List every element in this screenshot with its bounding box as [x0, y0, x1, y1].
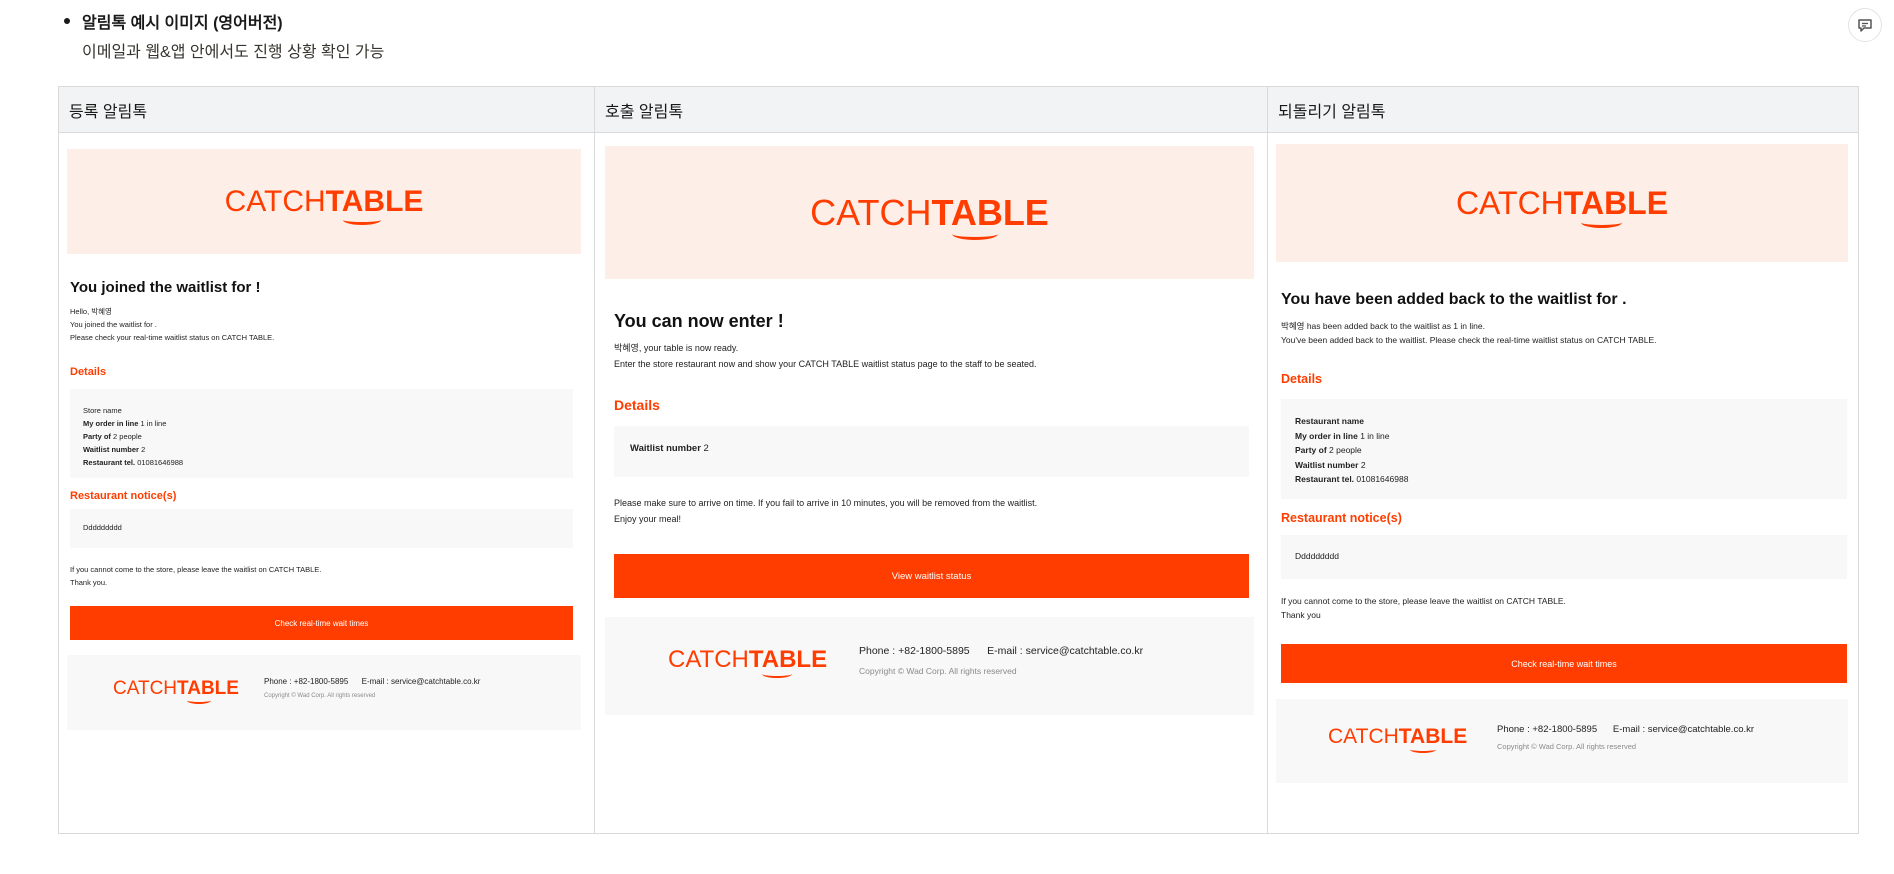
outro-line: Enjoy your meal! [614, 514, 682, 524]
details-title: Details [70, 366, 107, 378]
outro-line: If you cannot come to the store, please … [70, 565, 322, 574]
catchtable-logo: CATCHTABLE [225, 186, 423, 225]
footer-contact: Phone : +82-1800-5895 E-mail : service@c… [859, 645, 1144, 657]
email-preview-call: CATCHTABLE You can now enter ! 박혜영, your… [595, 133, 1267, 833]
notice-text: Ddddddddd [83, 523, 122, 532]
email-heading: You joined the waitlist for ! [70, 279, 261, 296]
details-box: Restaurant name My order in line 1 in li… [1281, 399, 1847, 499]
table-cell-registration: CATCHTABLE You joined the waitlist for !… [58, 132, 595, 834]
details-box: Store name My order in line 1 in line Pa… [70, 389, 573, 478]
email-preview-restore: CATCHTABLE You have been added back to t… [1268, 133, 1858, 833]
bullet-block: 알림톡 예시 이미지 (영어버전) 이메일과 웹&앱 안에서도 진행 상황 확인… [64, 8, 384, 62]
intro-line: Enter the store restaurant now and show … [614, 359, 1037, 369]
table-cell-restore: CATCHTABLE You have been added back to t… [1267, 132, 1859, 834]
details-title: Details [614, 397, 660, 413]
detail-row: My order in line 1 in line [1295, 430, 1390, 441]
outro-line: If you cannot come to the store, please … [1281, 596, 1566, 606]
footer-copyright: Copyright © Wad Corp. All rights reserve… [1497, 742, 1637, 751]
detail-row: Party of 2 people [1295, 445, 1362, 455]
catchtable-logo: CATCHTABLE [810, 194, 1049, 240]
email-footer: CATCHTABLE Phone : +82-1800-5895 E-mail … [67, 655, 581, 730]
detail-row: Restaurant name [1295, 416, 1364, 426]
intro-line: Please check your real-time waitlist sta… [70, 333, 275, 342]
bullet-title: 알림톡 예시 이미지 (영어버전) [82, 15, 283, 32]
column-header: 호출 알림톡 [594, 86, 1268, 133]
outro-text: Please make sure to arrive on time. If y… [614, 495, 1037, 527]
outro-line: Please make sure to arrive on time. If y… [614, 498, 1038, 508]
catchtable-logo-footer: CATCHTABLE [113, 679, 239, 704]
catchtable-logo-footer: CATCHTABLE [668, 648, 827, 678]
hero-banner: CATCHTABLE [605, 146, 1254, 279]
outro-text: If you cannot come to the store, please … [70, 563, 321, 589]
details-title: Details [1281, 372, 1322, 386]
table-cell-call: CATCHTABLE You can now enter ! 박혜영, your… [594, 132, 1268, 834]
intro-text: 박혜영, your table is now ready. Enter the … [614, 340, 1037, 372]
outro-line: Thank you [1281, 610, 1321, 620]
detail-row: Store name [83, 406, 122, 415]
notice-box: Ddddddddd [70, 509, 573, 548]
catchtable-logo: CATCHTABLE [1456, 187, 1668, 228]
notice-text: Ddddddddd [1295, 551, 1339, 561]
hero-banner: CATCHTABLE [67, 149, 581, 254]
detail-row: Waitlist number 2 [1295, 459, 1366, 470]
bullet-title-row: 알림톡 예시 이미지 (영어버전) [64, 8, 384, 34]
intro-line: 박혜영, your table is now ready. [614, 343, 739, 353]
comment-icon [1858, 19, 1872, 32]
detail-row: My order in line 1 in line [83, 419, 167, 428]
intro-line: Hello, 박혜영 [70, 307, 112, 316]
detail-row: Waitlist number 2 [83, 445, 146, 454]
comment-button[interactable] [1848, 8, 1882, 42]
page: 알림톡 예시 이미지 (영어버전) 이메일과 웹&앱 안에서도 진행 상황 확인… [0, 0, 1894, 874]
intro-text: Hello, 박혜영 You joined the waitlist for .… [70, 305, 274, 344]
detail-row: Restaurant tel. 01081646988 [1295, 474, 1409, 484]
intro-text: 박혜영 has been added back to the waitlist … [1281, 319, 1657, 347]
table-header-row: 등록 알림톡 호출 알림톡 되돌리기 알림톡 [58, 86, 1859, 133]
table-row: CATCHTABLE You joined the waitlist for !… [58, 132, 1859, 834]
footer-contact: Phone : +82-1800-5895 E-mail : service@c… [1497, 724, 1755, 735]
notice-box: Ddddddddd [1281, 535, 1847, 579]
check-wait-times-button[interactable]: Check real-time wait times [70, 606, 573, 640]
column-header: 되돌리기 알림톡 [1267, 86, 1859, 133]
check-wait-times-button[interactable]: Check real-time wait times [1281, 644, 1847, 683]
email-heading: You can now enter ! [614, 311, 784, 331]
footer-copyright: Copyright © Wad Corp. All rights reserve… [264, 693, 376, 699]
column-header: 등록 알림톡 [58, 86, 595, 133]
intro-line: 박혜영 has been added back to the waitlist … [1281, 321, 1485, 331]
detail-row: Party of 2 people [83, 432, 142, 441]
bullet-dot-icon [64, 18, 70, 24]
view-waitlist-status-button[interactable]: View waitlist status [614, 554, 1249, 598]
catchtable-logo-footer: CATCHTABLE [1328, 726, 1467, 753]
detail-row: Waitlist number 2 [630, 443, 709, 454]
email-footer: CATCHTABLE Phone : +82-1800-5895 E-mail … [605, 617, 1254, 715]
footer-copyright: Copyright © Wad Corp. All rights reserve… [859, 666, 1017, 676]
email-footer: CATCHTABLE Phone : +82-1800-5895 E-mail … [1276, 699, 1848, 783]
details-box: Waitlist number 2 [614, 426, 1249, 477]
notice-title: Restaurant notice(s) [70, 490, 177, 502]
bullet-subtitle: 이메일과 웹&앱 안에서도 진행 상황 확인 가능 [82, 44, 385, 61]
email-heading: You have been added back to the waitlist… [1281, 291, 1627, 308]
outro-text: If you cannot come to the store, please … [1281, 594, 1566, 622]
comparison-table: 등록 알림톡 호출 알림톡 되돌리기 알림톡 CATCHTABLE You jo… [58, 86, 1859, 834]
hero-banner: CATCHTABLE [1276, 144, 1848, 262]
footer-contact: Phone : +82-1800-5895 E-mail : service@c… [264, 677, 481, 686]
notice-title: Restaurant notice(s) [1281, 511, 1402, 525]
detail-row: Restaurant tel. 01081646988 [83, 458, 184, 467]
intro-line: You've been added back to the waitlist. … [1281, 335, 1657, 345]
outro-line: Thank you. [70, 578, 108, 587]
intro-line: You joined the waitlist for . [70, 320, 157, 329]
email-preview-registration: CATCHTABLE You joined the waitlist for !… [59, 133, 594, 833]
